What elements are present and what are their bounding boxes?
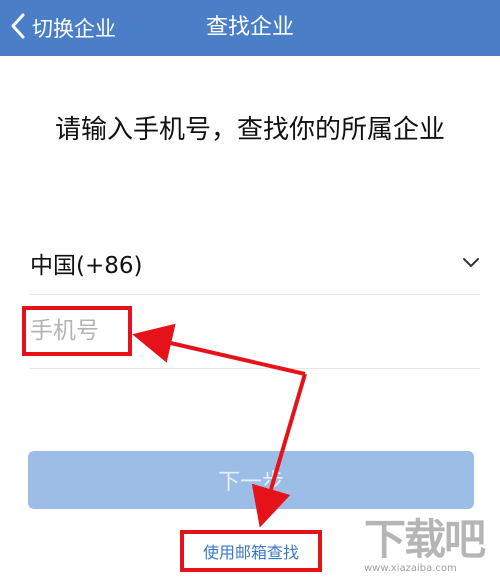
- phone-input[interactable]: [30, 306, 470, 356]
- watermark-url: www.xiazaiba.com: [364, 563, 457, 574]
- use-email-search-link[interactable]: 使用邮箱查找: [180, 530, 322, 572]
- prompt-text: 请输入手机号，查找你的所属企业: [54, 115, 445, 145]
- back-button[interactable]: 切换企业: [8, 10, 116, 46]
- chevron-left-icon: [8, 12, 28, 44]
- country-code-selector[interactable]: 中国(+86): [30, 232, 480, 295]
- back-label: 切换企业: [32, 17, 116, 41]
- watermark-logo: 下载吧: [364, 515, 486, 564]
- country-code-label: 中国(+86): [30, 253, 143, 279]
- watermark: 下载吧 www.xiazaiba.com: [358, 515, 498, 577]
- next-button[interactable]: 下一步: [28, 451, 474, 509]
- navbar: 切换企业 查找企业: [0, 0, 500, 56]
- chevron-down-icon: [462, 257, 480, 269]
- phone-field-container: [30, 296, 480, 369]
